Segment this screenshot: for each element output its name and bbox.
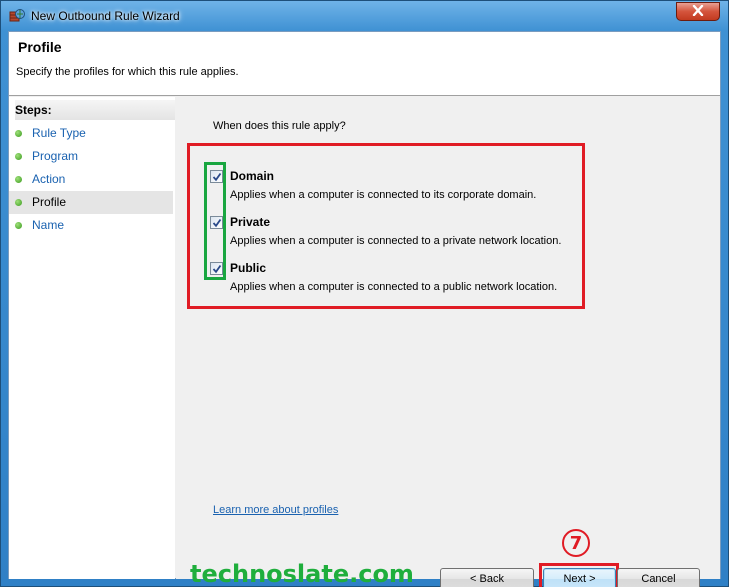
step-label: Action	[32, 172, 66, 186]
step-label: Name	[32, 218, 65, 232]
close-icon	[692, 4, 704, 19]
public-description: Applies when a computer is connected to …	[230, 281, 558, 293]
page-subtitle: Specify the profiles for which this rule…	[16, 66, 239, 78]
main-panel: When does this rule apply? Domain Applie…	[176, 97, 720, 587]
wizard-client-area: Profile Specify the profiles for which t…	[8, 31, 721, 587]
back-button[interactable]: < Back	[440, 568, 534, 587]
step-number-badge: 7	[562, 529, 590, 557]
checkmark-icon	[212, 264, 221, 273]
question-text: When does this rule apply?	[213, 120, 346, 132]
title-bar[interactable]: New Outbound Rule Wizard	[1, 1, 728, 31]
wizard-header: Profile Specify the profiles for which t…	[9, 32, 720, 96]
step-label: Profile	[32, 195, 67, 209]
step-action[interactable]: Action	[9, 168, 173, 191]
private-checkbox[interactable]	[210, 216, 223, 229]
checkmark-icon	[212, 172, 221, 181]
green-dot-icon	[15, 153, 22, 160]
steps-panel: Steps: Rule Type Program Action Profile …	[9, 97, 175, 579]
watermark-text: technoslate.com	[190, 560, 414, 587]
green-dot-icon	[15, 130, 22, 137]
step-label: Program	[32, 149, 79, 163]
private-label: Private	[230, 215, 271, 229]
page-title: Profile	[18, 39, 62, 55]
public-label: Public	[230, 261, 267, 275]
step-program[interactable]: Program	[9, 145, 173, 168]
next-button[interactable]: Next >	[543, 568, 616, 587]
private-description: Applies when a computer is connected to …	[230, 235, 562, 247]
green-dot-icon	[15, 176, 22, 183]
step-profile[interactable]: Profile	[9, 191, 173, 214]
steps-heading: Steps:	[15, 100, 175, 120]
wizard-window: New Outbound Rule Wizard Profile Specify…	[0, 0, 729, 587]
green-dot-icon	[15, 199, 22, 206]
domain-description: Applies when a computer is connected to …	[230, 189, 537, 201]
cancel-button[interactable]: Cancel	[617, 568, 700, 587]
domain-checkbox[interactable]	[210, 170, 223, 183]
close-button[interactable]	[676, 2, 720, 21]
step-rule-type[interactable]: Rule Type	[9, 122, 173, 145]
step-label: Rule Type	[32, 126, 86, 140]
green-dot-icon	[15, 222, 22, 229]
domain-label: Domain	[230, 169, 275, 183]
step-name[interactable]: Name	[9, 214, 173, 237]
firewall-icon	[9, 8, 25, 24]
public-checkbox[interactable]	[210, 262, 223, 275]
checkmark-icon	[212, 218, 221, 227]
learn-more-link[interactable]: Learn more about profiles	[213, 504, 338, 516]
window-title: New Outbound Rule Wizard	[31, 9, 180, 23]
